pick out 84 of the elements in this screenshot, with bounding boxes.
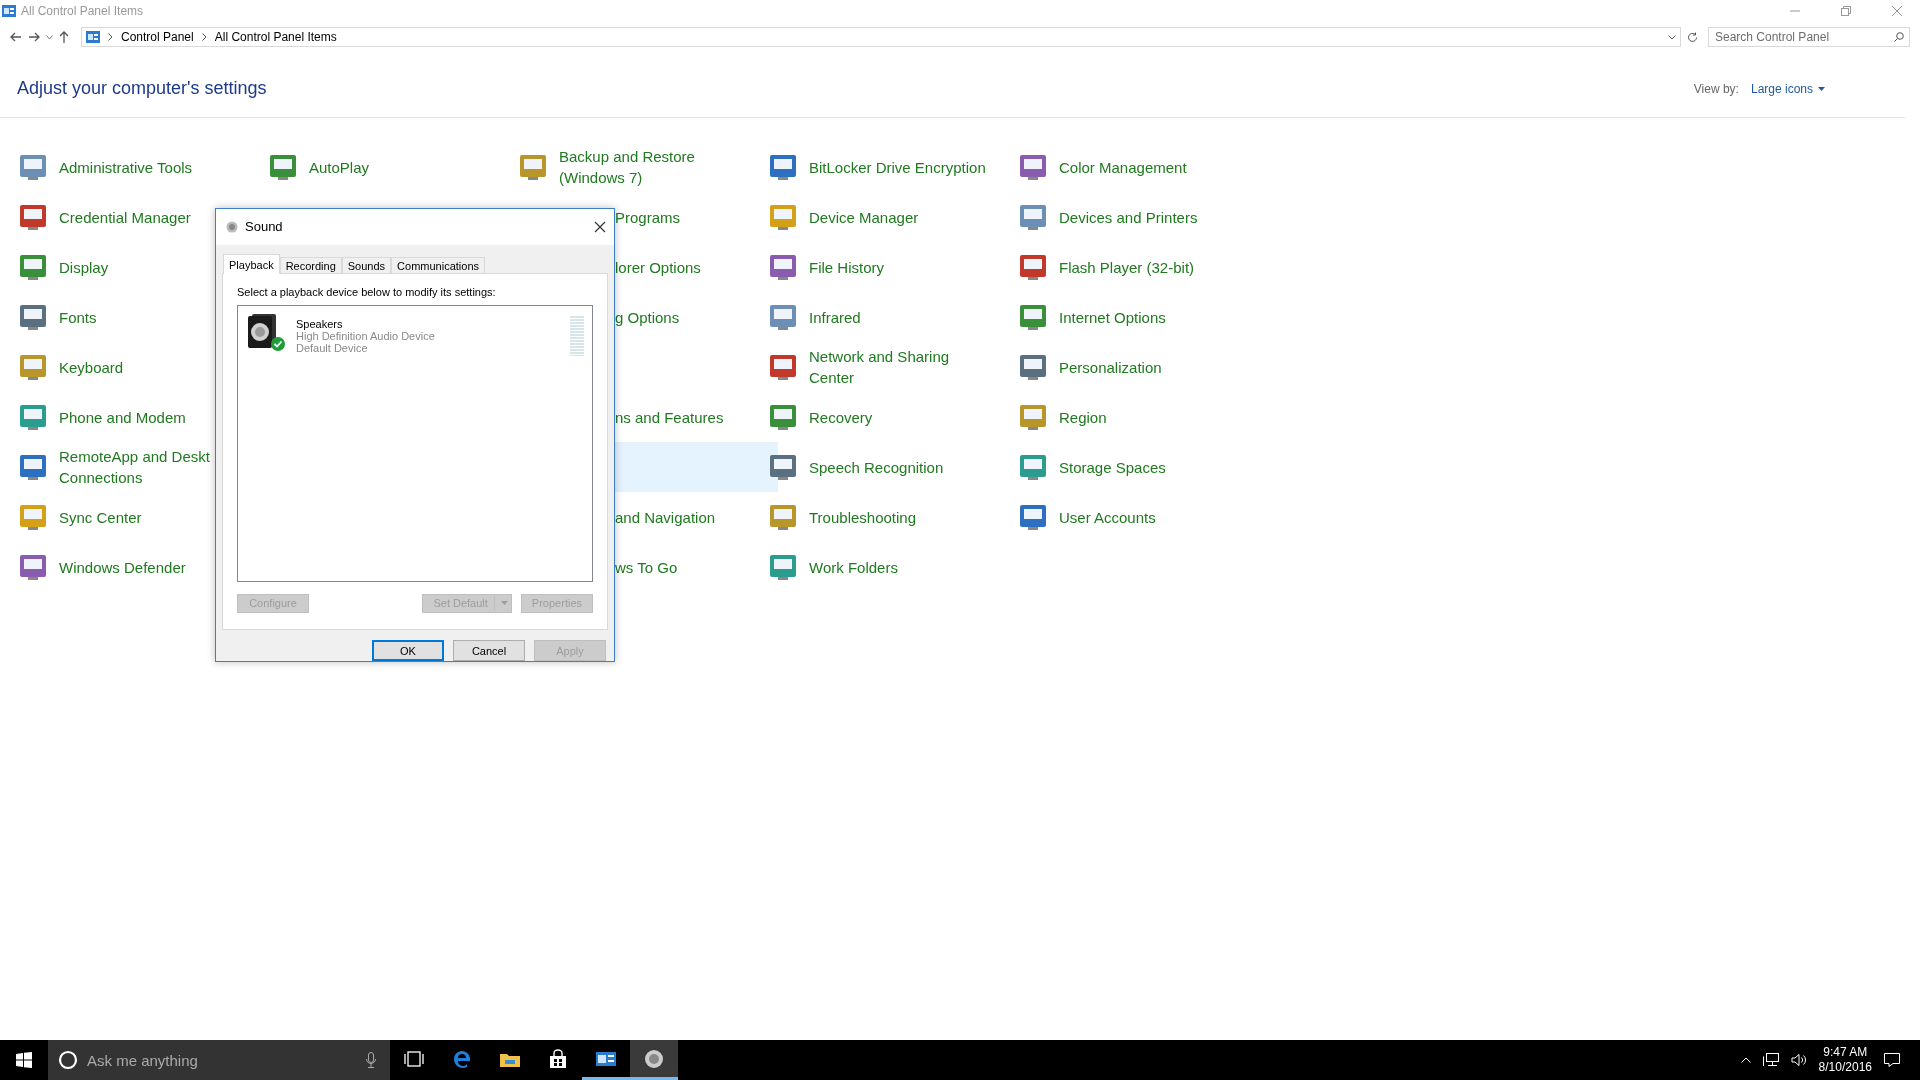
search-circle-icon: [58, 1050, 78, 1070]
applet-link[interactable]: Phone and Modem: [59, 406, 186, 428]
applet-link[interactable]: Speech Recognition: [809, 456, 944, 478]
applet-link[interactable]: Work Folders: [809, 556, 898, 578]
applet-link[interactable]: User Accounts: [1059, 506, 1156, 528]
applet-link[interactable]: Personalization: [1059, 356, 1162, 378]
tab[interactable]: Recording: [279, 256, 342, 273]
applet-link[interactable]: Troubleshooting: [809, 506, 916, 528]
address-bar[interactable]: Control Panel All Control Panel Items: [81, 27, 1681, 47]
forward-arrow-icon[interactable]: [28, 32, 40, 42]
instruction-text: Select a playback device below to modify its settings:: [237, 285, 497, 298]
speaker-icon: [643, 1047, 665, 1070]
button[interactable]: OK: [372, 640, 444, 661]
applet-link[interactable]: Display: [59, 256, 109, 278]
applet-link[interactable]: lorer Options: [615, 256, 701, 278]
clock-time[interactable]: 9:47 AM: [1823, 1045, 1868, 1060]
chevron-up-icon[interactable]: [1740, 1057, 1751, 1063]
edge-icon: [451, 1049, 473, 1071]
applet-link[interactable]: AutoPlay: [309, 156, 370, 178]
applet-link[interactable]: Backup and Restore (Windows 7): [559, 146, 695, 188]
view-by-dropdown[interactable]: Large icons: [1750, 81, 1825, 96]
breadcrumb-link[interactable]: Control Panel: [121, 30, 194, 44]
device-name: Speakers: [296, 317, 344, 330]
applet-link[interactable]: ns and Features: [615, 406, 724, 428]
refresh-icon[interactable]: [1687, 31, 1698, 43]
speaker-icon: [226, 220, 238, 233]
search-icon[interactable]: [1894, 32, 1904, 42]
control-panel-icon: [2, 5, 16, 17]
applet-link[interactable]: Storage Spaces: [1059, 456, 1166, 478]
volume-icon[interactable]: [1790, 1053, 1807, 1067]
window-title: All Control Panel Items: [21, 4, 144, 18]
applet-link[interactable]: Fonts: [59, 306, 97, 328]
tab[interactable]: Communications: [391, 256, 485, 273]
control-panel-icon: [86, 31, 100, 43]
restore-icon[interactable]: [1841, 6, 1851, 16]
tab[interactable]: Sounds: [341, 256, 392, 273]
shopping-bag-icon: [547, 1049, 569, 1071]
applet-link[interactable]: ws To Go: [615, 556, 678, 578]
up-arrow-icon[interactable]: [59, 31, 69, 43]
device-list[interactable]: Speakers High Definition Audio Device Default Device: [237, 304, 593, 582]
applet-link[interactable]: and Navigation: [615, 506, 716, 528]
applet-link[interactable]: Credential Manager: [59, 206, 191, 228]
applet-link[interactable]: Flash Player (32-bit): [1059, 256, 1195, 278]
view-by-label: View by:: [1693, 81, 1739, 96]
breadcrumb-link[interactable]: All Control Panel Items: [214, 30, 337, 44]
search-field[interactable]: Search Control Panel: [1708, 27, 1910, 47]
applet-link[interactable]: Recovery: [809, 406, 873, 428]
clock-date[interactable]: 8/10/2016: [1818, 1060, 1872, 1075]
caret-icon: [500, 601, 508, 606]
taskbar-search-field[interactable]: Ask me anything: [48, 1040, 390, 1080]
dialog-title: Sound: [245, 219, 284, 235]
applet-link[interactable]: Color Management: [1059, 156, 1187, 178]
windows-start-icon[interactable]: [16, 1052, 32, 1068]
applet-link[interactable]: Windows Defender: [59, 556, 186, 578]
applet-link[interactable]: Administrative Tools: [59, 156, 193, 178]
dropdown-caret-icon[interactable]: [1668, 34, 1676, 40]
microphone-icon[interactable]: [366, 1052, 376, 1068]
applet-link[interactable]: RemoteApp and Deskt Connections: [59, 446, 210, 488]
applet-link[interactable]: Infrared: [809, 306, 861, 328]
applet-link[interactable]: File History: [809, 256, 884, 278]
button[interactable]: Cancel: [453, 640, 525, 661]
applet-link[interactable]: BitLocker Drive Encryption: [809, 156, 986, 178]
applet-link[interactable]: Sync Center: [59, 506, 142, 528]
applet-link[interactable]: g Options: [615, 306, 680, 328]
taskbar-button[interactable]: [630, 1040, 678, 1080]
caret-icon[interactable]: [46, 34, 53, 40]
back-arrow-icon[interactable]: [10, 32, 22, 42]
applet-link[interactable]: Devices and Printers: [1059, 206, 1198, 228]
applet-link[interactable]: Region: [1059, 406, 1107, 428]
applet-link[interactable]: Internet Options: [1059, 306, 1166, 328]
page-heading: Adjust your computer's settings: [17, 78, 268, 99]
applet-link[interactable]: Programs: [615, 206, 681, 228]
close-icon[interactable]: [594, 220, 606, 233]
applet-link[interactable]: Keyboard: [59, 356, 124, 378]
notification-icon[interactable]: [1884, 1053, 1900, 1067]
tab[interactable]: Playback: [223, 253, 280, 274]
network-icon[interactable]: [1762, 1053, 1779, 1067]
caret-icon: [1818, 86, 1825, 91]
device-status: Default Device: [296, 341, 369, 354]
device-description: High Definition Audio Device: [296, 329, 436, 342]
chevron-icon: [201, 33, 207, 41]
applet-link[interactable]: Network and Sharing Center: [809, 346, 950, 388]
applet-link[interactable]: Device Manager: [809, 206, 919, 228]
chevron-icon: [108, 33, 113, 41]
